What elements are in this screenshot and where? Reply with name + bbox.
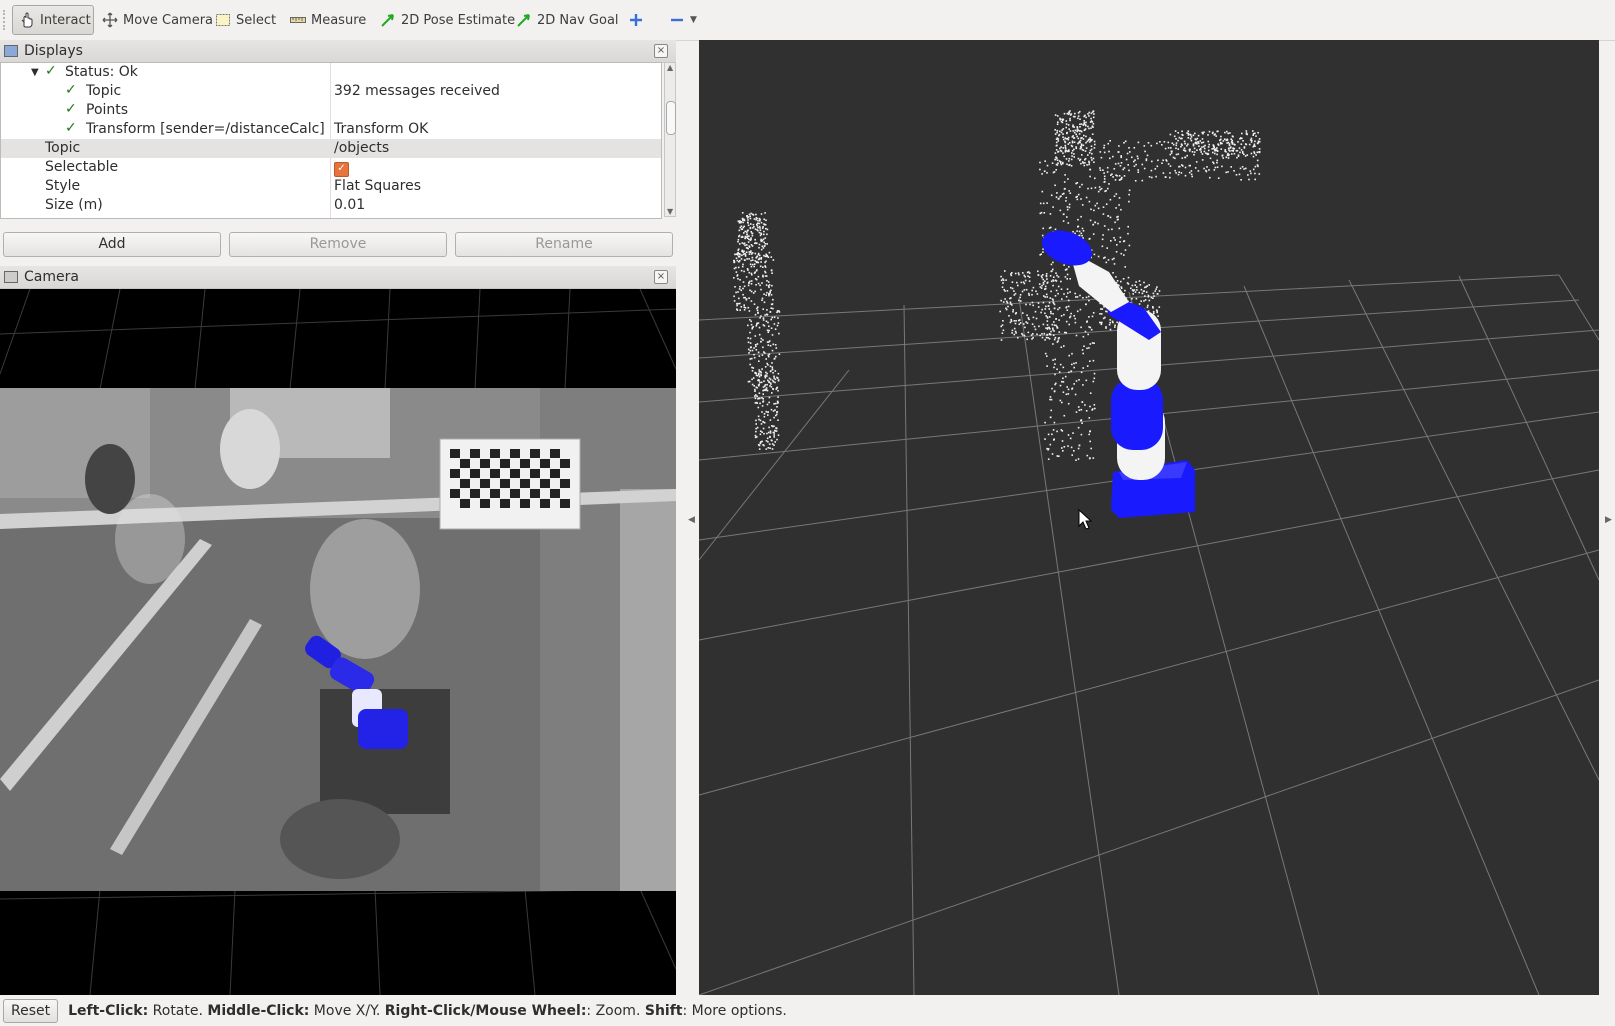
topic-value-field[interactable]: /objects <box>334 139 389 158</box>
help-desc: Rotate. <box>148 1003 208 1019</box>
tree-row-value: 392 messages received <box>334 83 500 99</box>
tree-row-status[interactable]: ▼ ✓ Status: Ok <box>1 63 661 82</box>
tree-row-status-topic[interactable]: ✓ Topic 392 messages received <box>1 82 661 101</box>
3d-render-view[interactable] <box>699 40 1599 995</box>
measure-label: Measure <box>311 12 367 28</box>
camera-panel-header: Camera × <box>0 266 676 289</box>
help-key: Left-Click: <box>68 1003 149 1019</box>
help-desc: : More options. <box>682 1003 787 1019</box>
checkmark-icon: ✓ <box>65 120 77 136</box>
camera-title: Camera <box>24 269 79 285</box>
mouse-cursor-icon <box>1078 508 1093 530</box>
green-arrow-icon <box>516 12 532 28</box>
green-arrow-icon <box>380 12 396 28</box>
checkmark-icon: ✓ <box>65 82 77 98</box>
help-key: Shift <box>644 1003 683 1019</box>
toolbar-grip[interactable] <box>3 10 9 30</box>
status-bar: Reset Left-Click: Rotate. Middle-Click: … <box>0 996 1615 1026</box>
tree-row-size[interactable]: Size (m) 0.01 <box>1 196 661 215</box>
scroll-down-icon[interactable]: ▼ <box>667 207 673 216</box>
nav-goal-tool-button[interactable]: 2D Nav Goal <box>510 5 625 35</box>
splitter-arrow-icon[interactable]: ◀ <box>688 515 695 525</box>
chevron-down-icon[interactable]: ▼ <box>690 15 697 25</box>
tree-row-selectable[interactable]: Selectable ✓ <box>1 158 661 177</box>
hand-icon <box>19 12 35 28</box>
tree-row-label: Topic <box>45 140 81 156</box>
monitor-icon <box>4 45 18 57</box>
tree-row-label: Status: Ok <box>65 64 138 80</box>
scrollbar-thumb[interactable] <box>666 101 676 135</box>
expand-arrow-icon[interactable]: ▼ <box>31 63 39 82</box>
tree-row-label: Selectable <box>45 159 119 175</box>
minus-icon <box>669 12 685 28</box>
help-text: Left-Click: Rotate. Middle-Click: Move X… <box>68 1003 787 1019</box>
tree-row-status-points[interactable]: ✓ Points <box>1 101 661 120</box>
displays-panel-header: Displays × <box>0 40 676 63</box>
move-camera-icon <box>102 12 118 28</box>
select-tool-button[interactable]: Select <box>209 5 282 35</box>
3d-scene <box>699 110 1599 995</box>
tree-row-status-transform[interactable]: ✓ Transform [sender=/distanceCalc] Trans… <box>1 120 661 139</box>
interact-tool-button[interactable]: Interact <box>12 5 94 35</box>
select-icon <box>215 12 231 28</box>
help-desc: : Zoom. <box>586 1003 645 1019</box>
tree-row-label: Topic <box>86 83 122 99</box>
pose-estimate-tool-button[interactable]: 2D Pose Estimate <box>374 5 521 35</box>
camera-view[interactable] <box>0 289 676 995</box>
help-desc: Move X/Y. <box>309 1003 385 1019</box>
plus-icon <box>628 12 644 28</box>
robot-arm-model <box>1041 230 1195 518</box>
displays-scrollbar[interactable]: ▲ ▼ <box>664 62 676 217</box>
add-tool-button[interactable] <box>622 5 650 35</box>
move-camera-tool-button[interactable]: Move Camera <box>96 5 219 35</box>
select-label: Select <box>236 12 277 28</box>
nav-goal-label: 2D Nav Goal <box>537 12 619 28</box>
tree-row-value: Transform OK <box>334 121 429 137</box>
size-value-field[interactable]: 0.01 <box>334 196 365 215</box>
selectable-checkbox[interactable]: ✓ <box>334 158 349 177</box>
move-camera-label: Move Camera <box>123 12 214 28</box>
tree-row-topic[interactable]: Topic /objects <box>1 139 661 158</box>
tree-row-style[interactable]: Style Flat Squares <box>1 177 661 196</box>
camera-image <box>0 289 676 995</box>
splitter-arrow-icon[interactable]: ▶ <box>1605 515 1612 525</box>
tree-row-label: Points <box>86 102 129 118</box>
displays-tree: ▼ ✓ Status: Ok ✓ Topic 392 messages rece… <box>0 62 662 219</box>
toolbar: Interact Move Camera Select Measure 2D P… <box>0 0 1615 41</box>
tree-row-label: Style <box>45 178 81 194</box>
point-cloud-person-left <box>733 212 781 450</box>
help-key: Right-Click/Mouse Wheel: <box>384 1003 587 1019</box>
remove-tool-button[interactable]: ▼ <box>663 5 703 35</box>
rename-display-button[interactable]: Rename <box>455 232 673 257</box>
scroll-up-icon[interactable]: ▲ <box>667 63 673 72</box>
add-display-button[interactable]: Add <box>3 232 221 257</box>
checkmark-icon: ✓ <box>45 63 57 79</box>
remove-display-button[interactable]: Remove <box>229 232 447 257</box>
reset-button[interactable]: Reset <box>3 999 59 1023</box>
interact-label: Interact <box>40 12 91 28</box>
style-value-field[interactable]: Flat Squares <box>334 177 421 196</box>
tree-row-label: Size (m) <box>45 197 103 213</box>
close-icon[interactable]: × <box>654 44 668 58</box>
help-key: Middle-Click: <box>207 1003 310 1019</box>
close-icon[interactable]: × <box>654 270 668 284</box>
measure-tool-button[interactable]: Measure <box>284 5 372 35</box>
camera-panel-icon <box>4 271 18 283</box>
checkmark-icon: ✓ <box>65 101 77 117</box>
tree-row-label: Transform [sender=/distanceCalc] <box>86 121 325 137</box>
pose-estimate-label: 2D Pose Estimate <box>401 12 516 28</box>
displays-title: Displays <box>24 43 83 59</box>
ruler-icon <box>290 12 306 28</box>
